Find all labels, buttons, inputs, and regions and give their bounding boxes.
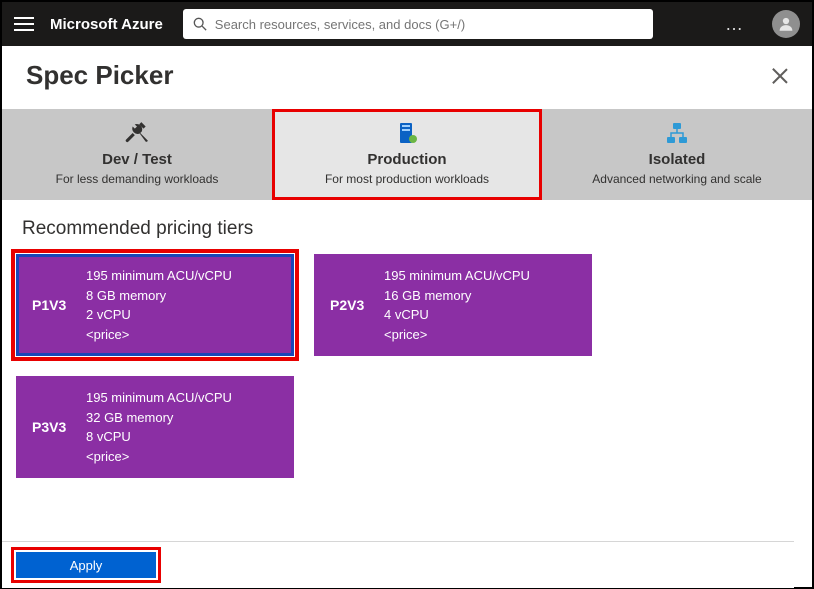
global-search[interactable] bbox=[183, 9, 653, 39]
more-menu[interactable]: … bbox=[725, 14, 744, 35]
tier-cpu: 8 vCPU bbox=[86, 427, 232, 447]
tier-name: P3V3 bbox=[32, 419, 86, 435]
apply-button[interactable]: Apply bbox=[16, 552, 156, 578]
user-avatar[interactable] bbox=[772, 10, 800, 38]
tier-price: <price> bbox=[86, 325, 232, 345]
tier-cpu: 2 vCPU bbox=[86, 305, 232, 325]
tab-isolated[interactable]: Isolated Advanced networking and scale bbox=[542, 109, 812, 200]
network-icon bbox=[666, 122, 688, 144]
page-title: Spec Picker bbox=[26, 60, 173, 91]
tab-production[interactable]: Production For most production workloads bbox=[272, 109, 542, 200]
search-icon bbox=[193, 17, 207, 31]
tab-label: Dev / Test bbox=[10, 151, 264, 168]
tab-label: Production bbox=[280, 151, 534, 168]
tier-mem: 16 GB memory bbox=[384, 286, 530, 306]
pricing-tiers: P1V3 195 minimum ACU/vCPU 8 GB memory 2 … bbox=[2, 254, 812, 478]
blade-footer: Apply bbox=[2, 541, 794, 588]
brand: Microsoft Azure bbox=[50, 16, 163, 33]
search-input[interactable] bbox=[215, 17, 643, 32]
tab-label: Isolated bbox=[550, 151, 804, 168]
tab-sub: For less demanding workloads bbox=[10, 172, 264, 186]
tier-mem: 8 GB memory bbox=[86, 286, 232, 306]
hamburger-menu[interactable] bbox=[14, 17, 34, 31]
person-icon bbox=[777, 15, 795, 33]
section-title: Recommended pricing tiers bbox=[2, 200, 812, 254]
tier-acu: 195 minimum ACU/vCPU bbox=[384, 266, 530, 286]
azure-topbar: Microsoft Azure … bbox=[2, 2, 812, 46]
blade-header: Spec Picker bbox=[2, 46, 812, 109]
tier-price: <price> bbox=[86, 447, 232, 467]
category-tabs: Dev / Test For less demanding workloads … bbox=[2, 109, 812, 200]
server-icon bbox=[396, 121, 418, 145]
tab-sub: For most production workloads bbox=[280, 172, 534, 186]
content-scroll[interactable]: Dev / Test For less demanding workloads … bbox=[2, 109, 812, 588]
tools-icon bbox=[124, 120, 150, 146]
tier-acu: 195 minimum ACU/vCPU bbox=[86, 266, 232, 286]
tier-card-p3v3[interactable]: P3V3 195 minimum ACU/vCPU 32 GB memory 8… bbox=[16, 376, 294, 478]
tier-name: P2V3 bbox=[330, 297, 384, 313]
tier-card-p1v3[interactable]: P1V3 195 minimum ACU/vCPU 8 GB memory 2 … bbox=[16, 254, 294, 356]
tier-acu: 195 minimum ACU/vCPU bbox=[86, 388, 232, 408]
tab-sub: Advanced networking and scale bbox=[550, 172, 804, 186]
tab-devtest[interactable]: Dev / Test For less demanding workloads bbox=[2, 109, 272, 200]
tier-cpu: 4 vCPU bbox=[384, 305, 530, 325]
tier-card-p2v3[interactable]: P2V3 195 minimum ACU/vCPU 16 GB memory 4… bbox=[314, 254, 592, 356]
tier-name: P1V3 bbox=[32, 297, 86, 313]
tier-mem: 32 GB memory bbox=[86, 408, 232, 428]
tier-price: <price> bbox=[384, 325, 530, 345]
close-icon[interactable] bbox=[772, 68, 788, 84]
